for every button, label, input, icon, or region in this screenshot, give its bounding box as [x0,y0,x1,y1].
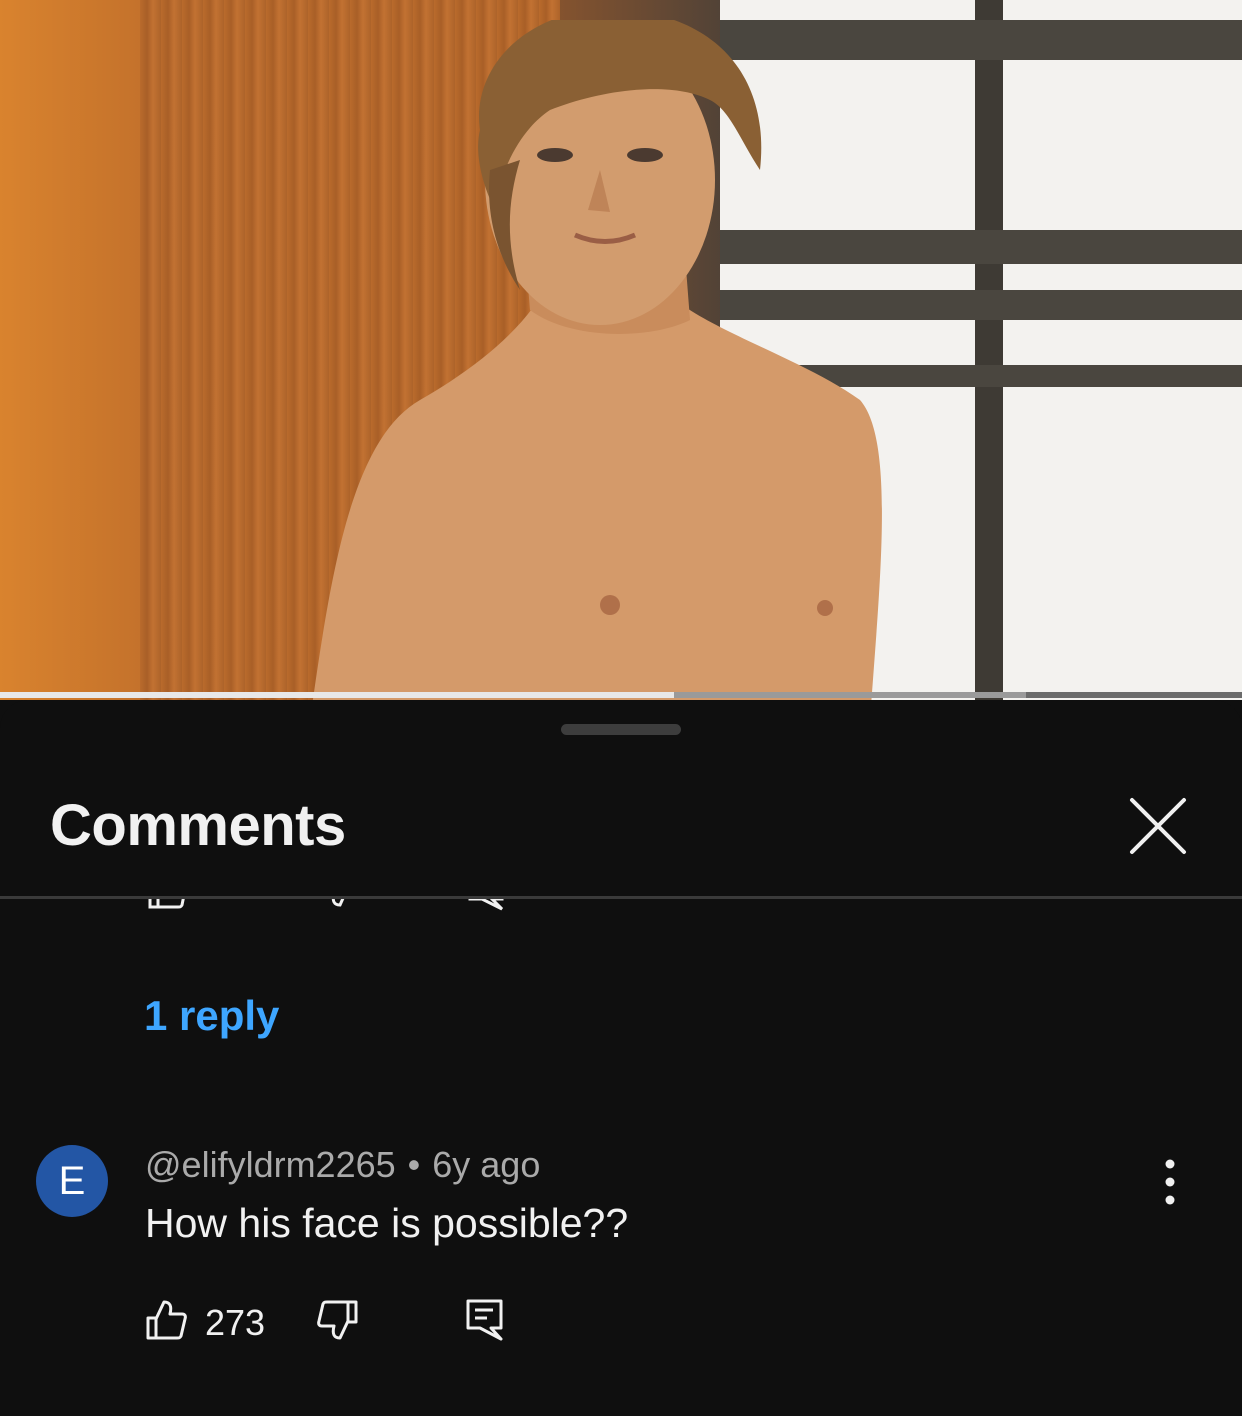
comment-text: How his face is possible?? [145,1200,629,1246]
previous-comment-actions: 22 [0,899,1242,913]
like-button[interactable] [145,1298,193,1346]
avatar[interactable]: E [36,1145,108,1217]
thumb-up-icon[interactable] [148,899,188,909]
video-played-bar [0,692,675,698]
close-button[interactable] [1124,792,1192,860]
video-frame-person [312,20,882,700]
reply-button[interactable] [465,1298,513,1346]
thumb-up-icon [146,1300,187,1340]
thumb-down-icon[interactable] [318,899,358,909]
drag-handle[interactable] [561,724,681,735]
comments-sheet: Comments 22 1 reply E @elifyldrm2265 • 6y … [0,700,1242,1416]
comment-reply-icon [466,1299,503,1341]
comment-author[interactable]: @elifyldrm2265 [145,1144,396,1185]
comment-reply-icon[interactable] [468,899,504,911]
dislike-button[interactable] [315,1298,363,1346]
thumb-down-icon [317,1300,358,1340]
comment-time: 6y ago [432,1144,541,1185]
previous-like-count: 22 [205,899,245,905]
more-vertical-icon [1165,1159,1175,1205]
video-player[interactable] [0,0,1242,700]
replies-link[interactable]: 1 reply [144,992,279,1040]
meta-separator: • [407,1144,421,1185]
like-count: 273 [205,1302,266,1343]
close-icon [1130,798,1186,854]
comment-meta: @elifyldrm2265 • 6y ago [145,1144,540,1186]
sheet-title: Comments [50,793,346,858]
video-progress-bar[interactable] [0,692,1242,698]
more-options-button[interactable] [1150,1158,1190,1206]
